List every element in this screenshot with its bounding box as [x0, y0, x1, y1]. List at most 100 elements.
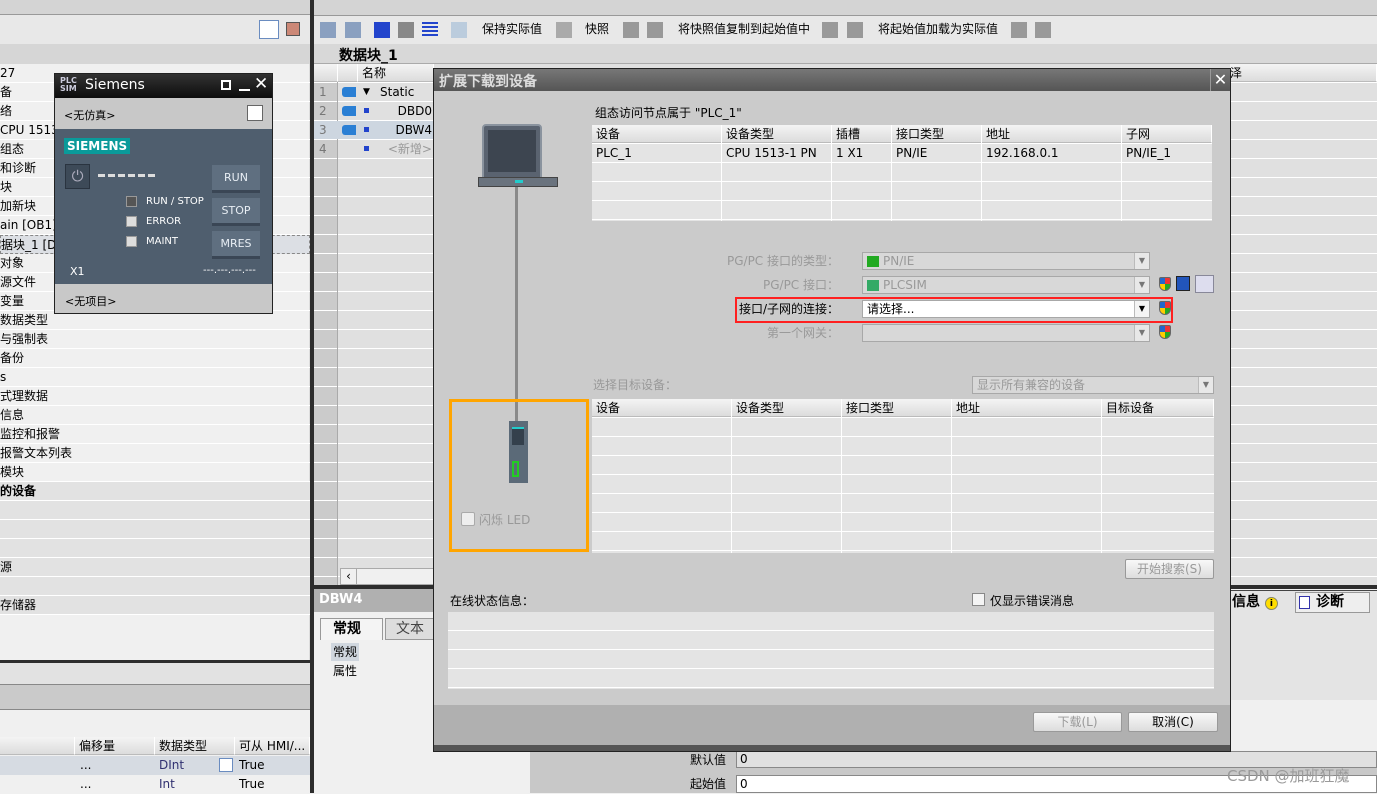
snapshot-down-icon[interactable] [647, 22, 663, 38]
power-button[interactable]: ⏻ [65, 164, 90, 189]
table-row[interactable]: 2 DBD0 [314, 102, 434, 120]
flash-led-checkbox[interactable] [461, 512, 475, 526]
export-icon[interactable] [286, 22, 300, 36]
restore-icon[interactable] [221, 80, 231, 90]
db-icon[interactable] [374, 22, 390, 38]
access-node-label: 组态访问节点属于 "PLC_1" [595, 106, 742, 120]
plcsim-titlebar[interactable]: PLC SIM Siemens ✕ [55, 74, 272, 98]
dialog-close-icon[interactable]: ✕ [1210, 69, 1230, 91]
table-row[interactable]: 4 <新增> [314, 140, 434, 158]
monitor-icon[interactable] [451, 22, 467, 38]
stop-button[interactable]: STOP [212, 198, 260, 226]
col-blank [0, 737, 75, 755]
tab-diagnostics[interactable]: 诊断 [1295, 592, 1370, 613]
load-start-button[interactable]: 将起始值加载为实际值 [878, 15, 998, 44]
target-col-header[interactable]: 目标设备 [1102, 399, 1214, 417]
run-button[interactable]: RUN [212, 165, 260, 193]
diagnose-icon[interactable] [1195, 275, 1214, 293]
load-icon[interactable] [1011, 22, 1027, 38]
only-errors-checkbox[interactable] [972, 593, 985, 606]
led-label: ERROR [146, 216, 182, 227]
target-col-header[interactable]: 接口类型 [842, 399, 952, 417]
connection-line [515, 187, 518, 423]
tree-item[interactable]: 监控和报警 [0, 425, 310, 444]
tree-item-label: 的设备 [0, 484, 37, 498]
sim-config-icon[interactable] [247, 105, 263, 121]
copy-snapshot-button[interactable]: 将快照值复制到起始值中 [678, 15, 810, 44]
nav-general[interactable]: 常规 [331, 643, 360, 661]
tree-item[interactable]: 备份 [0, 349, 310, 368]
table-row[interactable]: 1 ▼ Static [314, 83, 434, 101]
check-icon[interactable] [398, 22, 414, 38]
tree-item[interactable]: 模块 [0, 463, 310, 482]
load2-icon[interactable] [1035, 22, 1051, 38]
node-cell: PLC_1 [596, 146, 632, 160]
tree-item[interactable] [0, 577, 310, 596]
keep-icon[interactable] [556, 22, 572, 38]
tree-item[interactable]: 信息 [0, 406, 310, 425]
col-hmi[interactable]: 可从 HMI/... [235, 737, 310, 755]
tab-info[interactable]: 信息 i [1232, 592, 1278, 612]
node-cell: CPU 1513-1 PN [726, 146, 817, 160]
horizontal-scrollbar[interactable]: ‹ [340, 568, 434, 585]
start-search-button[interactable]: 开始搜索(S) [1125, 559, 1214, 579]
col-datatype[interactable]: 数据类型 [155, 737, 235, 755]
tab-general[interactable]: 常规 [320, 618, 383, 640]
led-label: MAINT [146, 236, 179, 247]
node-col-header: 插槽 [832, 125, 892, 143]
col-name[interactable]: 名称 [358, 64, 434, 82]
target-table[interactable]: 设备 设备类型 接口类型 地址 目标设备 [592, 399, 1214, 553]
node-cell: PN/IE_1 [1126, 146, 1172, 160]
col-offset[interactable]: 偏移量 [75, 737, 155, 755]
table-view-icon[interactable] [259, 20, 279, 39]
port-label: X1 [70, 265, 85, 278]
tree-item[interactable]: 报警文本列表 [0, 444, 310, 463]
tree-item[interactable] [0, 520, 310, 539]
mres-button[interactable]: MRES [212, 231, 260, 259]
add-row-icon[interactable] [345, 22, 361, 38]
col-divider [951, 399, 952, 553]
copy2-icon[interactable] [847, 22, 863, 38]
pg-laptop-icon [482, 124, 542, 179]
pc-icon[interactable] [1176, 276, 1190, 291]
target-col-header[interactable]: 设备类型 [732, 399, 842, 417]
expand-icon[interactable] [422, 22, 438, 38]
nav-attributes[interactable]: 属性 [333, 662, 357, 680]
keep-actual-button[interactable]: 保持实际值 [482, 15, 542, 44]
corner [314, 64, 338, 82]
tree-item[interactable]: 源 [0, 558, 310, 577]
table-row[interactable]: ... Int True [0, 775, 310, 794]
snapshot-up-icon[interactable] [623, 22, 639, 38]
close-icon[interactable]: ✕ [254, 74, 268, 94]
tree-item-label: 和诊断 [0, 161, 37, 175]
row-number: 3 [319, 123, 327, 137]
insert-row-icon[interactable] [320, 22, 336, 38]
cancel-button[interactable]: 取消(C) [1128, 712, 1218, 732]
minimize-icon[interactable] [239, 89, 250, 91]
tree-item[interactable]: 存储器 [0, 596, 310, 615]
tree-item[interactable]: s [0, 368, 310, 387]
col-divider [831, 125, 832, 221]
list-icon[interactable] [219, 758, 233, 772]
tree-item[interactable]: 式理数据 [0, 387, 310, 406]
download-button[interactable]: 下载(L) [1033, 712, 1122, 732]
tab-text[interactable]: 文本 [385, 618, 435, 640]
tree-item[interactable] [0, 501, 310, 520]
col-partial[interactable]: 泽 [1230, 64, 1377, 82]
tree-item-label: 络 [0, 104, 13, 118]
target-col-header[interactable]: 设备 [592, 399, 732, 417]
table-row[interactable]: 3 DBW4 [314, 121, 434, 139]
table-row[interactable]: ... DInt True [0, 756, 310, 775]
expand-arrow-icon[interactable]: ▼ [363, 83, 370, 101]
scroll-left-icon[interactable]: ‹ [341, 569, 357, 584]
copy-icon[interactable] [822, 22, 838, 38]
plcsim-title: Siemens [85, 77, 145, 93]
snapshot-button[interactable]: 快照 [585, 15, 609, 44]
target-filter-select[interactable]: 显示所有兼容的设备 ▼ [972, 376, 1214, 394]
dialog-titlebar[interactable]: 扩展下载到设备 ✕ [434, 69, 1230, 91]
target-col-header[interactable]: 地址 [952, 399, 1102, 417]
tree-item[interactable] [0, 539, 310, 558]
dialog-title: 扩展下载到设备 [439, 74, 537, 90]
tree-item[interactable]: 与强制表 [0, 330, 310, 349]
tree-item[interactable]: 的设备 [0, 482, 310, 501]
